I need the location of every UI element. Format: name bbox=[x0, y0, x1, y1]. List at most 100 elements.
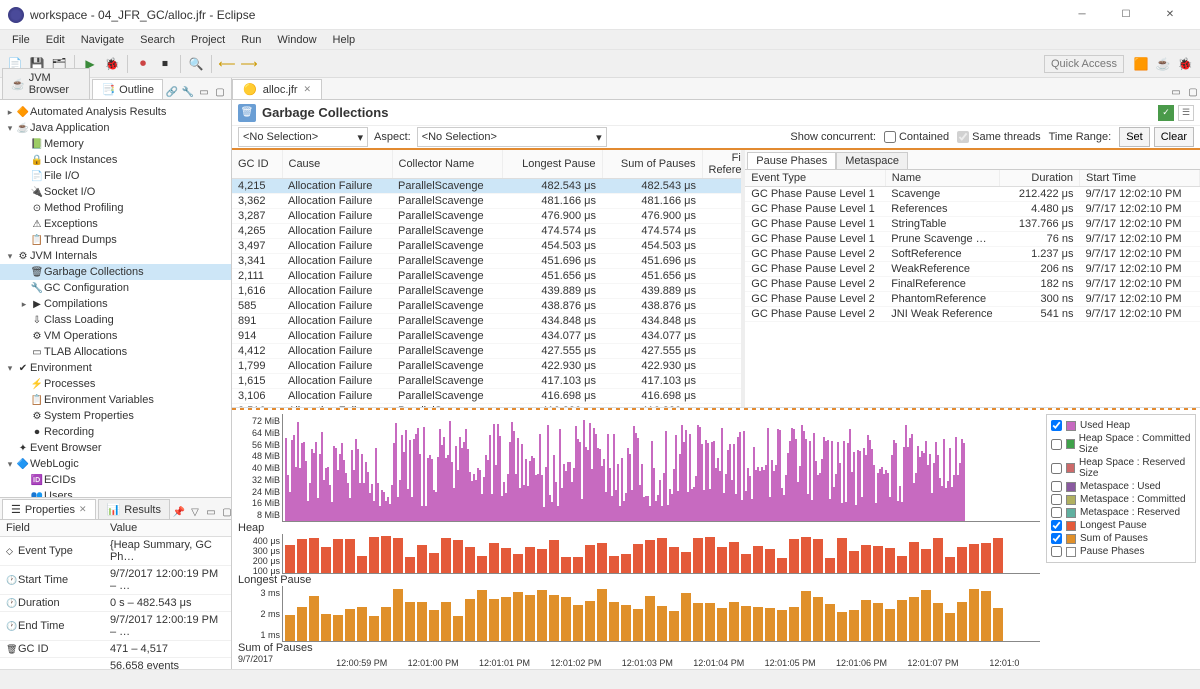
selection-1-dropdown[interactable]: <No Selection>▾ bbox=[238, 127, 368, 147]
gc-row[interactable]: 1,615Allocation FailureParallelScavenge4… bbox=[232, 374, 741, 389]
minimize-view-icon[interactable]: ▭ bbox=[197, 85, 211, 99]
tree-node[interactable]: 📗Memory bbox=[0, 136, 231, 152]
quick-access[interactable]: Quick Access bbox=[1044, 55, 1124, 73]
menu-project[interactable]: Project bbox=[183, 34, 233, 46]
twisty-icon[interactable]: ▾ bbox=[4, 363, 16, 374]
perspective-java-icon[interactable]: ☕ bbox=[1153, 54, 1173, 74]
legend-item[interactable]: Metaspace : Committed bbox=[1051, 493, 1191, 506]
debug-icon[interactable]: 🐞 bbox=[102, 54, 122, 74]
twisty-icon[interactable]: ▾ bbox=[4, 123, 16, 134]
legend-checkbox[interactable] bbox=[1051, 463, 1062, 474]
col-start-time[interactable]: Start Time bbox=[1080, 170, 1200, 187]
record-icon[interactable]: ⏺ bbox=[133, 54, 153, 74]
phase-row[interactable]: GC Phase Pause Level 1Scavenge212.422 μs… bbox=[745, 187, 1199, 202]
outline-tree[interactable]: ▸🔶Automated Analysis Results▾☕Java Appli… bbox=[0, 100, 231, 497]
tab-outline[interactable]: 📑Outline bbox=[92, 79, 163, 99]
legend-item[interactable]: Sum of Pauses bbox=[1051, 532, 1191, 545]
gc-row[interactable]: 3,497Allocation FailureParallelScavenge4… bbox=[232, 239, 741, 254]
gc-row[interactable]: 3,287Allocation FailureParallelScavenge4… bbox=[232, 209, 741, 224]
tree-node[interactable]: ⏺Recording bbox=[0, 424, 231, 440]
ok-status-icon[interactable]: ✓ bbox=[1158, 105, 1174, 121]
close-button[interactable]: ✕ bbox=[1148, 0, 1192, 30]
property-row[interactable]: 🕐Duration0 s – 482.543 μs bbox=[0, 595, 231, 612]
chart-longest-pause[interactable]: 400 μs300 μs200 μs100 μs bbox=[238, 534, 1040, 574]
legend-item[interactable]: Heap Space : Committed Size bbox=[1051, 432, 1191, 456]
legend-checkbox[interactable] bbox=[1051, 507, 1062, 518]
tab-pause-phases[interactable]: Pause Phases bbox=[747, 152, 836, 169]
menu-edit[interactable]: Edit bbox=[38, 34, 73, 46]
gc-row[interactable]: 891Allocation FailureParallelScavenge434… bbox=[232, 314, 741, 329]
phase-row[interactable]: GC Phase Pause Level 2SoftReference1.237… bbox=[745, 247, 1199, 262]
forward-icon[interactable]: ⟶ bbox=[239, 54, 259, 74]
gc-row[interactable]: 2,111Allocation FailureParallelScavenge4… bbox=[232, 269, 741, 284]
chart-heap[interactable]: 72 MiB64 MiB56 MiB48 MiB40 MiB32 MiB24 M… bbox=[238, 414, 1040, 522]
link-icon[interactable]: 🔗 bbox=[165, 85, 179, 99]
tree-node[interactable]: 🔧GC Configuration bbox=[0, 280, 231, 296]
legend-checkbox[interactable] bbox=[1051, 520, 1062, 531]
panel-menu-icon[interactable]: ☰ bbox=[1178, 105, 1194, 121]
gc-row[interactable]: 914Allocation FailureParallelScavenge434… bbox=[232, 329, 741, 344]
tab-results[interactable]: 📊Results bbox=[98, 499, 170, 519]
col-collector[interactable]: Collector Name bbox=[392, 150, 502, 179]
back-icon[interactable]: ⟵ bbox=[217, 54, 237, 74]
aspect-dropdown[interactable]: <No Selection>▾ bbox=[417, 127, 607, 147]
phase-row[interactable]: GC Phase Pause Level 2FinalReference182 … bbox=[745, 277, 1199, 292]
tree-node[interactable]: ▾⚙JVM Internals bbox=[0, 248, 231, 264]
col-longest-pause[interactable]: Longest Pause bbox=[502, 150, 602, 179]
col-gcid[interactable]: GC ID bbox=[232, 150, 282, 179]
maximize-editor-icon[interactable]: ▢ bbox=[1186, 85, 1200, 99]
menu-run[interactable]: Run bbox=[233, 34, 269, 46]
tree-node[interactable]: 🆔ECIDs bbox=[0, 472, 231, 488]
gc-row[interactable]: 3,362Allocation FailureParallelScavenge4… bbox=[232, 194, 741, 209]
legend-item[interactable]: Metaspace : Used bbox=[1051, 480, 1191, 493]
gc-row[interactable]: 4,215Allocation FailureParallelScavenge4… bbox=[232, 179, 741, 194]
maximize-button[interactable]: ☐ bbox=[1104, 0, 1148, 30]
tree-node[interactable]: ⊙Method Profiling bbox=[0, 200, 231, 216]
legend-checkbox[interactable] bbox=[1051, 494, 1062, 505]
tree-node[interactable]: 👥Users bbox=[0, 488, 231, 497]
tree-node[interactable]: ▸▶Compilations bbox=[0, 296, 231, 312]
same-threads-checkbox[interactable]: Same threads bbox=[957, 131, 1040, 143]
col-name[interactable]: Name bbox=[885, 170, 999, 187]
minimize-editor-icon[interactable]: ▭ bbox=[1169, 85, 1183, 99]
property-row[interactable]: 🕐End Time9/7/2017 12:00:19 PM – … bbox=[0, 612, 231, 641]
maximize-view-icon[interactable]: ▢ bbox=[213, 85, 227, 99]
gc-row[interactable]: 3,106Allocation FailureParallelScavenge4… bbox=[232, 389, 741, 404]
legend-item[interactable]: Pause Phases bbox=[1051, 545, 1191, 558]
tree-node[interactable]: ⚠Exceptions bbox=[0, 216, 231, 232]
property-row[interactable]: 🕐Start Time9/7/2017 12:00:19 PM – … bbox=[0, 566, 231, 595]
twisty-icon[interactable]: ▸ bbox=[18, 299, 30, 310]
menu-window[interactable]: Window bbox=[269, 34, 324, 46]
tree-node[interactable]: ▸🔶Automated Analysis Results bbox=[0, 104, 231, 120]
legend-item[interactable]: Heap Space : Reserved Size bbox=[1051, 456, 1191, 480]
tree-node[interactable]: 📋Environment Variables bbox=[0, 392, 231, 408]
tree-node[interactable]: 📄File I/O bbox=[0, 168, 231, 184]
tree-node[interactable]: ⇩Class Loading bbox=[0, 312, 231, 328]
col-field[interactable]: Field bbox=[0, 520, 104, 537]
tree-node[interactable]: ⚙System Properties bbox=[0, 408, 231, 424]
tree-node[interactable]: ▾☕Java Application bbox=[0, 120, 231, 136]
set-button[interactable]: Set bbox=[1119, 127, 1150, 147]
pin-icon[interactable]: 📌 bbox=[172, 505, 186, 519]
minimize-view-icon[interactable]: ▭ bbox=[204, 505, 218, 519]
perspective-jmc-icon[interactable]: 🟧 bbox=[1131, 54, 1151, 74]
tree-node[interactable]: ⚡Processes bbox=[0, 376, 231, 392]
gc-row[interactable]: 1,616Allocation FailureParallelScavenge4… bbox=[232, 284, 741, 299]
phase-row[interactable]: GC Phase Pause Level 2PhantomReference30… bbox=[745, 292, 1199, 307]
tree-node[interactable]: ✦Event Browser bbox=[0, 440, 231, 456]
view-menu-icon[interactable]: ▽ bbox=[188, 505, 202, 519]
stop-icon[interactable]: ⏹ bbox=[155, 54, 175, 74]
phase-row[interactable]: GC Phase Pause Level 1Prune Scavenge Roo… bbox=[745, 232, 1199, 247]
gc-row[interactable]: 4,265Allocation FailureParallelScavenge4… bbox=[232, 224, 741, 239]
tool-icon[interactable]: 🔧 bbox=[181, 85, 195, 99]
col-final-refs[interactable]: Final References bbox=[702, 150, 741, 179]
legend-item[interactable]: Metaspace : Reserved bbox=[1051, 506, 1191, 519]
chart-sum-of-pauses[interactable]: 3 ms2 ms1 ms bbox=[238, 586, 1040, 642]
tree-node[interactable]: ▾🔷WebLogic bbox=[0, 456, 231, 472]
twisty-icon[interactable]: ▾ bbox=[4, 459, 16, 470]
twisty-icon[interactable]: ▾ bbox=[4, 251, 16, 262]
perspective-debug-icon[interactable]: 🐞 bbox=[1175, 54, 1195, 74]
tab-jvm-browser[interactable]: ☕JVM Browser bbox=[2, 68, 90, 99]
menu-file[interactable]: File bbox=[4, 34, 38, 46]
legend-checkbox[interactable] bbox=[1051, 533, 1062, 544]
